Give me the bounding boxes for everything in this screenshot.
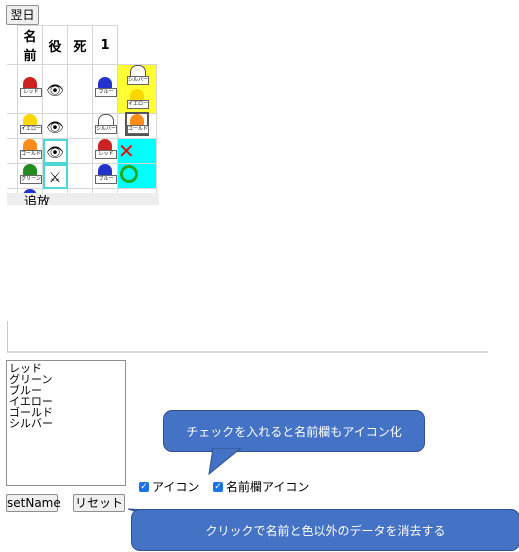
set-name-button[interactable]: setName xyxy=(6,494,61,512)
green-circle-icon xyxy=(120,165,138,183)
reset-tooltip: クリックで名前と色以外のデータを消去する xyxy=(131,509,519,551)
checkmark-icon: ✓ xyxy=(139,481,149,492)
table-row: イエロー 👁 シルバー ゴールド xyxy=(7,112,157,139)
divider xyxy=(7,321,488,353)
death-cell[interactable] xyxy=(67,64,93,114)
checkbox-tooltip-text: チェックを入れると名前欄もアイコン化 xyxy=(186,424,402,439)
gold-avatar-icon: ゴールド xyxy=(125,112,149,136)
checkbox-tooltip-pointer xyxy=(208,448,242,476)
icon-checkbox[interactable]: ✓ アイコン xyxy=(139,478,199,495)
eye-icon: 👁 xyxy=(46,119,64,136)
vote-cell[interactable]: レッド xyxy=(92,138,118,164)
death-cell[interactable] xyxy=(67,163,93,189)
checkbox-tooltip: チェックを入れると名前欄もアイコン化 xyxy=(163,410,425,452)
result-cell[interactable]: シルバー イエロー xyxy=(117,64,157,114)
yellow-avatar-icon: イエロー xyxy=(127,89,149,109)
blue-avatar-icon: ブルー xyxy=(95,164,117,184)
red-avatar-icon: レッド xyxy=(20,77,42,97)
name-icon-checkbox-label: 名前欄アイコン xyxy=(226,480,310,494)
header-name: 名前 xyxy=(17,25,43,65)
role-cell[interactable]: 👁 xyxy=(42,64,68,114)
exile-row: 追放 xyxy=(7,193,159,205)
icon-checkbox-label: アイコン xyxy=(152,480,200,494)
player-gold-cell[interactable]: ゴールド xyxy=(17,138,43,164)
yellow-avatar-icon: イエロー xyxy=(20,114,42,134)
vote-cell[interactable]: シルバー xyxy=(92,113,118,139)
role-cell[interactable]: 👁 xyxy=(42,138,68,164)
table-row: グリーン ⚔ ブルー xyxy=(7,163,157,189)
blue-avatar-icon: ブルー xyxy=(95,77,117,97)
name-line: シルバー xyxy=(9,417,53,430)
silver-avatar-icon: シルバー xyxy=(95,114,117,134)
game-board: 名前 役 死 1 レッド 👁 ブルー シルバー イエロー イエロー 👁 シルバー … xyxy=(7,25,159,205)
table-row: ゴールド 👁 レッド ✕ xyxy=(7,138,157,164)
exile-label: 追放 xyxy=(24,195,51,205)
player-green-cell[interactable]: グリーン xyxy=(17,163,43,189)
vote-cell[interactable]: ブルー xyxy=(92,64,118,114)
role-cell[interactable]: 👁 xyxy=(42,113,68,139)
next-day-button[interactable]: 翌日 xyxy=(6,5,39,25)
gold-avatar-icon: ゴールド xyxy=(20,139,42,159)
eye-icon: 👁 xyxy=(46,144,64,161)
names-textarea[interactable]: レッド グリーン ブルー イエロー ゴールド シルバー xyxy=(6,360,126,486)
checkmark-icon: ✓ xyxy=(213,481,223,492)
green-avatar-icon: グリーン xyxy=(20,164,42,184)
result-cell[interactable]: ✕ xyxy=(117,138,157,164)
name-icon-checkbox[interactable]: ✓ 名前欄アイコン xyxy=(213,478,309,495)
header-role: 役 xyxy=(42,25,68,65)
silver-avatar-icon: シルバー xyxy=(127,65,149,85)
vote-cell[interactable]: ブルー xyxy=(92,163,118,189)
role-cell[interactable]: ⚔ xyxy=(42,163,68,189)
death-cell[interactable] xyxy=(67,138,93,164)
header-death: 死 xyxy=(67,25,93,65)
knight-icon: ⚔ xyxy=(48,169,62,186)
header-row: 名前 役 死 1 xyxy=(7,25,157,65)
reset-tooltip-text: クリックで名前と色以外のデータを消去する xyxy=(205,523,446,538)
result-cell[interactable]: ゴールド xyxy=(117,112,157,139)
table-row: レッド 👁 ブルー シルバーイエロー xyxy=(7,64,157,114)
result-cell[interactable] xyxy=(117,163,157,189)
player-red-cell[interactable]: レッド xyxy=(17,64,43,114)
red-x-icon: ✕ xyxy=(118,138,135,163)
header-day1: 1 xyxy=(92,25,118,65)
red-avatar-icon: レッド xyxy=(95,139,117,159)
board-table: 名前 役 死 1 レッド 👁 ブルー シルバー イエロー イエロー 👁 シルバー … xyxy=(7,25,157,205)
player-yellow-cell[interactable]: イエロー xyxy=(17,113,43,139)
eye-icon: 👁 xyxy=(46,82,64,99)
death-cell[interactable] xyxy=(67,113,93,139)
